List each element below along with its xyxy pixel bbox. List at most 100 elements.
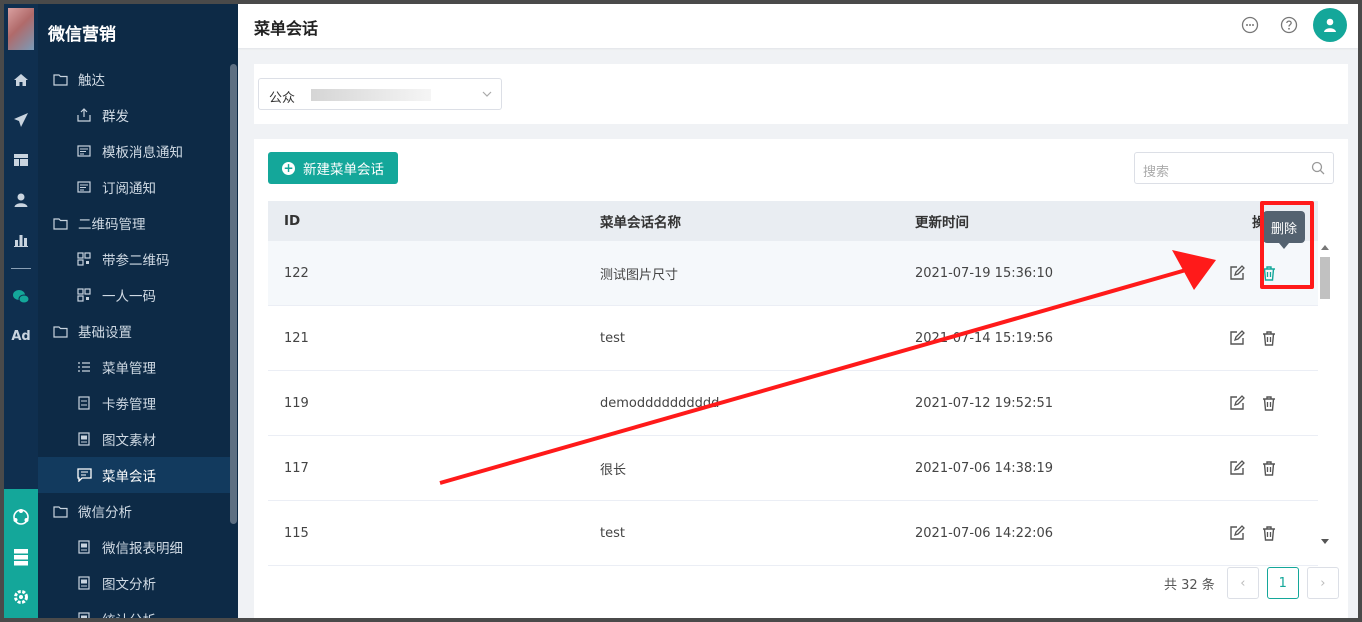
sidebar-item[interactable]: 触达: [38, 61, 230, 97]
delete-icon[interactable]: [1260, 524, 1278, 542]
cell-updated: 2021-07-14 15:19:56: [915, 330, 1054, 346]
sidebar-item[interactable]: 微信报表明细: [38, 529, 230, 565]
search-input[interactable]: 搜索: [1134, 152, 1334, 184]
sidebar-item[interactable]: 订阅通知: [38, 169, 230, 205]
app-logo: [8, 8, 34, 50]
bar-chart-icon[interactable]: [4, 232, 38, 248]
folder-icon: [52, 323, 68, 339]
sidebar-item-label: 订阅通知: [102, 181, 156, 197]
folder-icon: [52, 215, 68, 231]
prev-page-button[interactable]: ‹: [1226, 567, 1259, 599]
sidebar-item[interactable]: 统计分析: [38, 601, 230, 618]
message-icon[interactable]: [1241, 16, 1259, 34]
avatar[interactable]: [1313, 8, 1347, 42]
edit-icon[interactable]: [1228, 394, 1246, 412]
rail-divider: [11, 268, 31, 269]
layout-icon[interactable]: [4, 152, 38, 168]
sidebar-item[interactable]: 带参二维码: [38, 241, 230, 277]
sidebar-item-label: 统计分析: [102, 609, 156, 618]
row-actions: [1228, 329, 1278, 347]
sidebar-menu: 微信营销 触达 群发模板消息通知 订阅通知二维码管理带参二维码一人一码基础设置菜单管…: [38, 4, 238, 618]
next-page-button[interactable]: ›: [1306, 567, 1339, 599]
account-select[interactable]: 公众: [258, 78, 502, 110]
col-header-id: ID: [284, 213, 301, 229]
user-icon[interactable]: [4, 192, 38, 208]
cell-id: 115: [284, 525, 309, 541]
table-row: 119 demodddddddddd 2021-07-12 19:52:51: [268, 371, 1318, 436]
upload-icon: [76, 107, 92, 123]
sidebar-item[interactable]: 模板消息通知: [38, 133, 230, 169]
sidebar-item-label: 菜单管理: [102, 361, 156, 377]
delete-icon[interactable]: [1260, 394, 1278, 412]
cell-id: 122: [284, 265, 309, 281]
send-icon[interactable]: [4, 112, 38, 128]
edit-icon[interactable]: [1228, 459, 1246, 477]
page-title: 菜单会话: [254, 19, 319, 38]
hub-icon[interactable]: [4, 508, 38, 526]
doc-icon: [76, 539, 92, 555]
edit-icon[interactable]: [1228, 264, 1246, 282]
scroll-thumb[interactable]: [1320, 257, 1330, 299]
cell-updated: 2021-07-06 14:38:19: [915, 460, 1054, 476]
cell-id: 121: [284, 330, 309, 346]
sidebar-item[interactable]: 一人一码: [38, 277, 230, 313]
sidebar-item-label: 基础设置: [78, 325, 132, 341]
table-scrollbar[interactable]: [1318, 241, 1332, 551]
sidebar-item-label: 模板消息通知: [102, 145, 183, 161]
sidebar-item[interactable]: 卡劵管理: [38, 385, 230, 421]
delete-icon[interactable]: [1260, 459, 1278, 477]
sidebar-item[interactable]: 图文分析: [38, 565, 230, 601]
table-header: ID 菜单会话名称 更新时间 操作: [268, 201, 1318, 241]
sidebar-item[interactable]: 微信分析: [38, 493, 230, 529]
scroll-down-arrow[interactable]: [1321, 539, 1329, 544]
help-icon[interactable]: [1280, 16, 1298, 34]
sidebar-item[interactable]: 图文素材: [38, 421, 230, 457]
qr-icon: [76, 287, 92, 303]
scroll-up-arrow[interactable]: [1321, 245, 1329, 250]
search-icon[interactable]: [1311, 161, 1325, 179]
filter-panel: 公众: [254, 64, 1348, 124]
row-actions: [1228, 394, 1278, 412]
sidebar-item[interactable]: 菜单管理: [38, 349, 230, 385]
top-header: 菜单会话: [238, 4, 1358, 48]
edit-icon[interactable]: [1228, 329, 1246, 347]
table-row: 122 测试图片尺寸 2021-07-19 15:36:10: [268, 241, 1318, 306]
cell-updated: 2021-07-12 19:52:51: [915, 395, 1054, 411]
session-list-card: + 新建菜单会话 搜索 ID 菜单会话名称 更新时间 操作 122 测试图片尺寸 2…: [254, 139, 1348, 618]
sidebar-item-label: 图文分析: [102, 577, 156, 593]
sidebar-scrollbar[interactable]: [230, 64, 237, 524]
page-number-button[interactable]: 1: [1266, 567, 1299, 599]
col-header-updated: 更新时间: [915, 215, 969, 231]
new-menu-session-button[interactable]: + 新建菜单会话: [268, 152, 398, 184]
cell-name: test: [600, 525, 625, 541]
home-icon[interactable]: [4, 72, 38, 88]
brand-title: 微信营销: [48, 25, 116, 45]
sidebar-item-label: 菜单会话: [102, 469, 156, 485]
annotation-highlight-box: [1260, 201, 1314, 289]
gear-icon[interactable]: [4, 588, 38, 606]
delete-icon[interactable]: [1260, 329, 1278, 347]
ad-icon[interactable]: Ad: [4, 329, 38, 344]
cell-id: 117: [284, 460, 309, 476]
sidebar-item[interactable]: 二维码管理: [38, 205, 230, 241]
icon-rail: Ad: [4, 4, 38, 618]
doc-icon: [76, 611, 92, 618]
account-name-redacted: [311, 89, 431, 101]
template-icon: [76, 143, 92, 159]
pagination: 共 32 条 ‹ 1 ›: [1164, 567, 1339, 599]
sidebar-item[interactable]: 菜单会话: [38, 457, 230, 493]
sidebar-item[interactable]: 基础设置: [38, 313, 230, 349]
search-placeholder: 搜索: [1143, 165, 1170, 180]
sidebar-item-label: 一人一码: [102, 289, 156, 305]
sidebar-item-label: 带参二维码: [102, 253, 170, 269]
table-row: 117 很长 2021-07-06 14:38:19: [268, 436, 1318, 501]
edit-icon[interactable]: [1228, 524, 1246, 542]
wechat-icon[interactable]: [4, 289, 38, 305]
sidebar-item-label: 卡劵管理: [102, 397, 156, 413]
cell-id: 119: [284, 395, 309, 411]
cell-name: demodddddddddd: [600, 395, 720, 411]
server-icon[interactable]: [4, 548, 38, 566]
sidebar-item[interactable]: 群发: [38, 97, 230, 133]
template-icon: [76, 179, 92, 195]
total-count: 共 32 条: [1164, 577, 1215, 593]
